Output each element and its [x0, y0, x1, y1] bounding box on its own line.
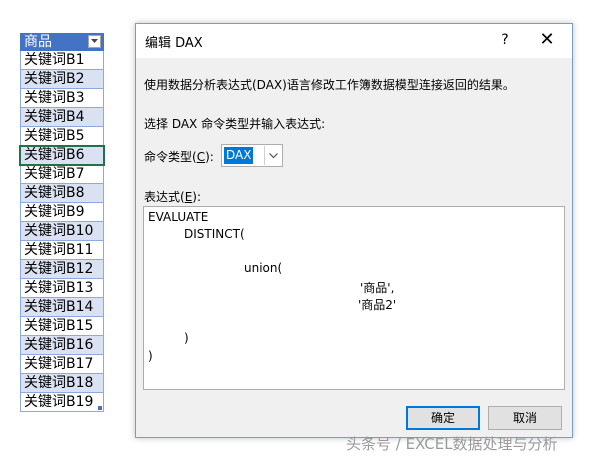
watermark-text: 头条号 / EXCEL数据处理与分析	[346, 435, 558, 453]
title-bar: 编辑 DAX ? ✕	[136, 24, 572, 58]
code-line: union(	[244, 261, 283, 275]
table-row[interactable]: 关键词B8	[20, 184, 104, 203]
table-row[interactable]: 关键词B11	[20, 241, 104, 260]
table-row[interactable]: 关键词B7	[20, 165, 104, 184]
dialog-title: 编辑 DAX	[145, 36, 203, 51]
excel-table: 商品 关键词B1 关键词B2 关键词B3 关键词B4 关键词B5 关键词B6 关键词B7 关键…	[19, 33, 105, 412]
expression-label: 表达式(E):	[144, 188, 201, 205]
header-label: 商品	[24, 34, 52, 50]
table-row[interactable]: 关键词B9	[20, 203, 104, 222]
code-line: )	[148, 349, 153, 363]
table-row[interactable]: 关键词B6	[19, 145, 105, 166]
help-button[interactable]: ?	[496, 30, 514, 50]
chevron-down-icon[interactable]	[264, 146, 281, 165]
table-header[interactable]: 商品	[20, 33, 104, 51]
table-row[interactable]: 关键词B12	[20, 260, 104, 279]
command-type-label-pre: 命令类型(	[144, 150, 197, 164]
code-line: EVALUATE	[148, 210, 209, 224]
table-row[interactable]: 关键词B5	[20, 127, 104, 146]
table-row[interactable]: 关键词B18	[20, 374, 104, 393]
table-row[interactable]: 关键词B13	[20, 279, 104, 298]
expression-label-post: ):	[192, 190, 202, 204]
table-row[interactable]: 关键词B2	[20, 70, 104, 89]
code-line: )	[184, 331, 189, 345]
table-row[interactable]: 关键词B15	[20, 317, 104, 336]
command-type-label: 命令类型(C):	[144, 148, 214, 165]
code-line: DISTINCT(	[184, 227, 245, 241]
cancel-button[interactable]: 取消	[488, 406, 562, 430]
table-resize-handle[interactable]	[98, 406, 102, 410]
dialog-prompt: 选择 DAX 命令类型并输入表达式:	[144, 117, 326, 131]
command-type-hotkey: C	[196, 150, 206, 164]
command-type-label-post: ):	[205, 150, 214, 164]
table-row[interactable]: 关键词B16	[20, 336, 104, 355]
code-line: '商品',	[360, 281, 395, 295]
ok-button[interactable]: 确定	[406, 406, 480, 430]
table-row[interactable]: 关键词B1	[20, 51, 104, 70]
expression-textarea[interactable]: EVALUATE DISTINCT( union( '商品', '商品2' ) …	[143, 206, 565, 390]
command-type-value: DAX	[224, 147, 254, 164]
filter-dropdown-icon[interactable]	[88, 35, 101, 48]
close-button[interactable]: ✕	[537, 30, 557, 50]
table-row[interactable]: 关键词B10	[20, 222, 104, 241]
table-row[interactable]: 关键词B3	[20, 89, 104, 108]
table-row[interactable]: 关键词B4	[20, 108, 104, 127]
dialog-description: 使用数据分析表达式(DAX)语言修改工作簿数据模型连接返回的结果。	[144, 78, 515, 92]
table-row[interactable]: 关键词B17	[20, 355, 104, 374]
edit-dax-dialog: 编辑 DAX ? ✕ 使用数据分析表达式(DAX)语言修改工作簿数据模型连接返回…	[135, 23, 573, 438]
table-body: 关键词B1 关键词B2 关键词B3 关键词B4 关键词B5 关键词B6 关键词B7 关键词B8…	[19, 51, 105, 412]
command-type-select[interactable]: DAX	[221, 144, 283, 167]
code-line: '商品2'	[358, 298, 397, 312]
expression-label-pre: 表达式(	[144, 190, 185, 204]
table-row[interactable]: 关键词B14	[20, 298, 104, 317]
table-row[interactable]: 关键词B19	[20, 393, 104, 412]
